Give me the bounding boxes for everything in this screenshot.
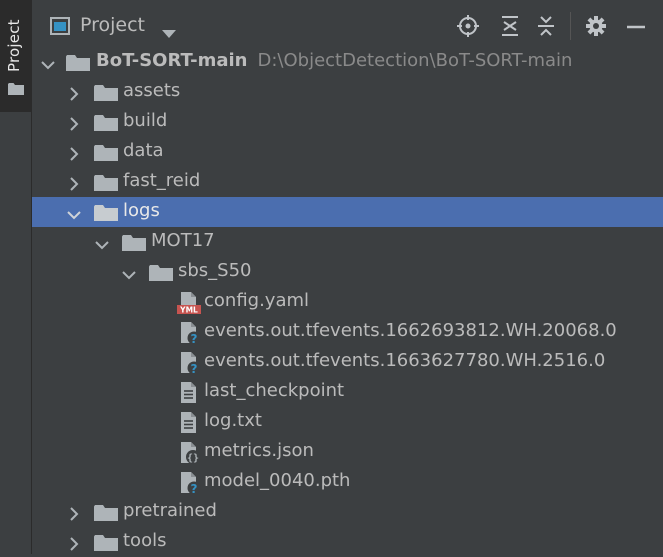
tree-item-metrics-json[interactable]: {} metrics.json [32,437,663,467]
tool-window-strip: Project [0,0,32,554]
chevron-right-icon[interactable] [69,116,79,135]
view-dropdown-icon[interactable] [162,23,176,42]
folder-icon [66,54,90,76]
chevron-right-icon[interactable] [69,86,79,105]
chevron-right-icon[interactable] [69,146,79,165]
folder-icon [149,264,173,286]
tree-item-logs[interactable]: logs [32,197,663,227]
gear-icon[interactable] [584,14,608,38]
project-window-icon [50,17,70,39]
yaml-file-icon: YML [177,291,201,319]
unknown-badge-text: ? [191,332,198,345]
folder-icon [8,81,24,100]
tree-item-assets[interactable]: assets [32,77,663,107]
tree-item-tools[interactable]: tools [32,527,663,557]
minimize-icon[interactable] [624,14,648,38]
project-view-title[interactable]: Project [80,14,145,36]
tree-item-model-pth[interactable]: ? model_0040.pth [32,467,663,497]
tree-item-pretrained[interactable]: pretrained [32,497,663,527]
tree-item-label: assets [123,80,181,101]
folder-icon [94,84,118,106]
chevron-right-icon[interactable] [69,176,79,195]
folder-icon [122,234,146,256]
tree-item-log-txt[interactable]: log.txt [32,407,663,437]
header-separator [570,12,571,40]
tree-item-label: events.out.tfevents.1662693812.WH.20068.… [204,320,617,341]
project-tool-tab[interactable]: Project [0,0,31,112]
folder-icon [94,144,118,166]
chevron-down-icon[interactable] [67,206,81,225]
collapse-all-icon[interactable] [534,14,558,38]
unknown-file-icon: ? [178,471,202,499]
tree-root[interactable]: BoT-SORT-main D:\ObjectDetection\BoT-SORT… [32,47,663,77]
project-header: Project [32,0,663,44]
tree-item-data[interactable]: data [32,137,663,167]
tree-item-build[interactable]: build [32,107,663,137]
yaml-badge-text: YML [179,306,198,315]
tree-item-config-yaml[interactable]: YML config.yaml [32,287,663,317]
tree-item-events-file-2[interactable]: ? events.out.tfevents.1663627780.WH.2516… [32,347,663,377]
folder-icon [94,114,118,136]
unknown-file-icon: ? [178,351,202,379]
folder-icon [94,204,118,226]
tree-item-label: last_checkpoint [204,380,345,401]
chevron-right-icon[interactable] [69,536,79,555]
tree-item-label: pretrained [123,500,217,521]
tree-item-label: model_0040.pth [204,470,351,491]
tree-item-label: events.out.tfevents.1663627780.WH.2516.0 [204,350,606,371]
folder-icon [94,504,118,526]
json-badge-text: {} [187,453,199,464]
chevron-down-icon[interactable] [95,236,109,255]
root-folder-label: BoT-SORT-main D:\ObjectDetection\BoT-SORT… [96,50,573,71]
text-file-icon [178,381,202,409]
tree-item-label: metrics.json [204,440,314,461]
tree-item-label: data [123,140,164,161]
tree-item-label: fast_reid [123,170,201,191]
tree-item-mot17[interactable]: MOT17 [32,227,663,257]
tree-item-label: log.txt [204,410,262,431]
tree-item-label: sbs_S50 [178,260,252,281]
project-tool-tab-label: Project [5,19,23,72]
root-folder-path: D:\ObjectDetection\BoT-SORT-main [257,50,573,71]
tree-item-label: config.yaml [204,290,310,311]
tree-item-sbs-s50[interactable]: sbs_S50 [32,257,663,287]
folder-icon [94,174,118,196]
tree-item-label: tools [123,530,167,551]
folder-icon [94,534,118,556]
chevron-right-icon[interactable] [69,506,79,525]
json-file-icon: {} [178,441,202,469]
tree-item-fast-reid[interactable]: fast_reid [32,167,663,197]
tree-item-events-file-1[interactable]: ? events.out.tfevents.1662693812.WH.2006… [32,317,663,347]
unknown-file-icon: ? [178,321,202,349]
expand-all-icon[interactable] [498,14,522,38]
unknown-badge-text: ? [191,482,198,495]
text-file-icon [178,411,202,439]
tree-item-last-checkpoint[interactable]: last_checkpoint [32,377,663,407]
chevron-down-icon[interactable] [122,266,136,285]
unknown-badge-text: ? [191,362,198,375]
tree-item-label: build [123,110,168,131]
chevron-down-icon[interactable] [41,56,55,75]
tree-item-label: logs [123,200,160,221]
locate-file-icon[interactable] [456,14,480,38]
tree-item-label: MOT17 [151,230,215,251]
